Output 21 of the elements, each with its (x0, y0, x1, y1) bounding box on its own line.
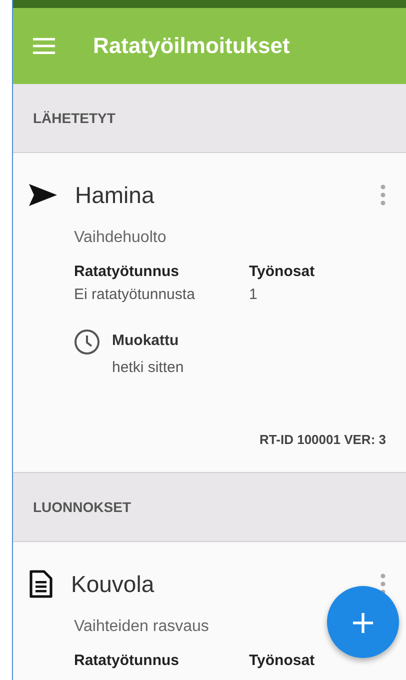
card-subtitle: Vaihdehuolto (74, 229, 166, 247)
card-subtitle: Vaihteiden rasvaus (74, 618, 209, 636)
field-label: Työnosat (249, 652, 315, 669)
card-footer: RT-ID 100001 VER: 3 (260, 432, 386, 447)
field-label: Työnosat (249, 263, 315, 280)
field-value: 1 (249, 286, 258, 303)
modified-label: Muokattu (112, 331, 180, 349)
app-title: Ratatyöilmoitukset (93, 33, 290, 59)
clock-icon (74, 329, 100, 355)
document-icon (29, 570, 53, 598)
more-icon[interactable] (380, 184, 386, 206)
card-title: Kouvola (71, 570, 156, 598)
modified-time: hetki sitten (112, 359, 184, 376)
menu-icon[interactable] (33, 38, 55, 54)
section-title: LUONNOKSET (33, 499, 131, 515)
card-title: Hamina (75, 182, 156, 208)
send-icon (29, 184, 57, 206)
field-label: Ratatyötunnus (74, 263, 180, 280)
section-title: LÄHETETYT (33, 110, 116, 126)
field-label: Ratatyötunnus (74, 652, 180, 669)
field-value: Ei ratatyötunnusta (74, 286, 196, 303)
